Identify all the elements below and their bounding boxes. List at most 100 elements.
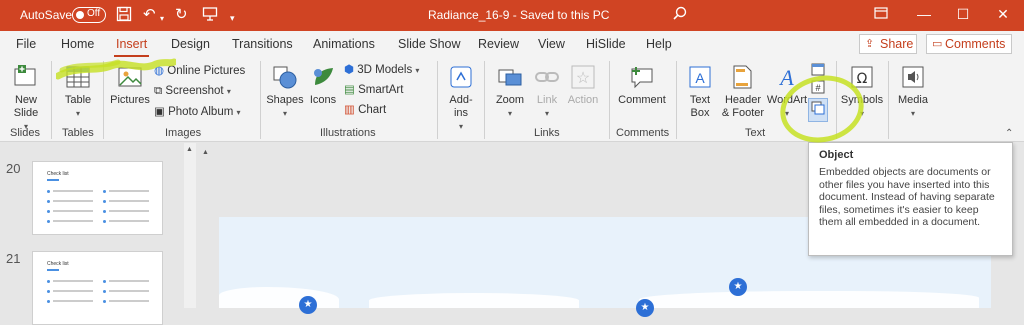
autosave-state: Off [87,8,101,19]
map-pin-icon: ★ [729,278,747,296]
action-label: Action [567,94,599,106]
photo-album-button[interactable]: ▣ Photo Album ▾ [154,105,241,120]
thumbnail-bullet [103,300,106,303]
customize-toolbar-icon[interactable]: ▾ [230,9,235,27]
tab-review[interactable]: Review [478,37,519,51]
tab-transitions[interactable]: Transitions [232,37,293,51]
link-icon [535,72,559,82]
autosave-toggle[interactable]: Off [72,7,106,23]
smartart-label: SmartArt [358,84,404,96]
new-comment-button[interactable]: Comment [614,63,670,107]
chevron-down-icon: ▾ [458,122,463,131]
tab-file[interactable]: File [16,37,36,51]
group-images-label: Images [165,127,202,139]
share-button[interactable]: ⇪ Share [859,34,917,54]
media-label: Media [898,94,928,106]
thumbnail-bullet [103,190,106,193]
thumbnail-title: Check list [47,261,69,267]
tab-home[interactable]: Home [61,37,94,51]
thumbnail-line [109,200,149,202]
slide-thumbnail-pane: 20 Check list 21 Check list [0,143,196,325]
map-pin-icon: ★ [636,299,654,317]
canvas-scroll-up-icon[interactable]: ▲ [202,149,209,156]
thumbnail-line [53,210,93,212]
svg-text:☆: ☆ [576,70,590,87]
text-box-button[interactable]: A Text Box [683,63,717,120]
map-shape [219,287,339,308]
comment-label: Comment [618,94,666,106]
chevron-down-icon: ▾ [544,109,549,118]
maximize-icon[interactable]: ☐ [948,6,978,23]
thumbnail-bullet [47,290,50,293]
ribbon-display-icon[interactable] [866,6,896,22]
thumbnail-bullet [103,210,106,213]
smartart-button[interactable]: ▤ SmartArt [344,83,403,97]
tab-view[interactable]: View [538,37,565,51]
thumbnail-bullet [47,210,50,213]
slide-thumbnail[interactable]: Check list [32,251,163,325]
tab-hislide[interactable]: HiSlide [586,37,626,51]
close-icon[interactable]: ✕ [988,6,1018,23]
collapse-ribbon-icon[interactable]: ⌃ [1005,127,1013,141]
redo-icon[interactable]: ↻ [175,6,188,24]
undo-dropdown-icon[interactable]: ▾ [160,10,164,28]
comments-button[interactable]: ▭ Comments [926,34,1012,54]
header-footer-label: Header & Footer [721,94,765,119]
highlight-scribble [56,58,176,80]
ribbon-tabs: File Home Insert Design Transitions Anim… [0,31,1024,58]
thumbnail-line [53,300,93,302]
thumbnail-bullet [103,200,106,203]
slide-thumbnail[interactable]: Check list [32,161,163,235]
smartart-icon: ▤ [344,84,355,96]
icons-button[interactable]: Icons [306,63,340,107]
3d-models-label: 3D Models [357,64,413,76]
action-button[interactable]: ☆ Action [565,63,601,107]
tab-help[interactable]: Help [646,37,672,51]
tab-design[interactable]: Design [171,37,210,51]
thumbnail-line [53,280,93,282]
new-slide-button[interactable]: New Slide ▾ [6,63,46,133]
share-icon: ⇪ [865,38,875,50]
screenshot-button[interactable]: ⧉ Screenshot ▾ [154,84,231,99]
tooltip-title: Object [819,149,854,161]
chevron-down-icon: ▾ [75,109,80,118]
chart-label: Chart [358,104,387,116]
minimize-icon[interactable]: — [909,6,939,22]
toggle-knob [76,10,84,19]
screenshot-icon: ⧉ [154,85,163,97]
tab-animations[interactable]: Animations [313,37,375,51]
title-bar: AutoSave Off ↶ ▾ ↻ ▾ Radiance_16-9 - Sav… [0,0,1024,31]
new-slide-label: New Slide [13,94,39,119]
thumbnail-bullet [47,200,50,203]
scroll-up-icon[interactable]: ▲ [186,146,193,153]
group-separator [888,61,889,139]
media-button[interactable]: Media ▾ [893,63,933,120]
thumbnail-scrollbar[interactable]: ▲ [184,143,196,308]
group-links-label: Links [534,127,560,139]
thumbnail-line [53,200,93,202]
3d-models-button[interactable]: ⬢ 3D Models ▾ [344,63,419,78]
chevron-down-icon: ▾ [507,109,512,118]
thumbnail-bullet [103,220,106,223]
addins-button[interactable]: Add-ins ▾ [443,63,479,133]
thumbnail-line [53,290,93,292]
link-button[interactable]: Link ▾ [532,63,562,120]
svg-text:Ω: Ω [857,71,868,87]
present-icon[interactable] [202,6,218,27]
undo-icon[interactable]: ↶ [143,6,156,24]
svg-text:A: A [778,65,794,90]
chart-button[interactable]: ▥ Chart [344,103,386,117]
tab-insert[interactable]: Insert [113,37,150,58]
shapes-button[interactable]: Shapes ▾ [266,63,304,120]
thumbnail-accent [47,269,59,271]
chevron-down-icon: ▾ [226,87,231,96]
tab-slide-show[interactable]: Slide Show [398,37,461,51]
zoom-button[interactable]: Zoom ▾ [490,63,530,120]
icons-label: Icons [309,94,337,106]
group-slides-label: Slides [10,127,40,139]
search-icon[interactable] [672,6,688,27]
action-icon: ☆ [571,65,595,89]
save-icon[interactable] [116,6,132,27]
table-label: Table [64,94,92,106]
header-footer-button[interactable]: Header & Footer [720,63,764,120]
